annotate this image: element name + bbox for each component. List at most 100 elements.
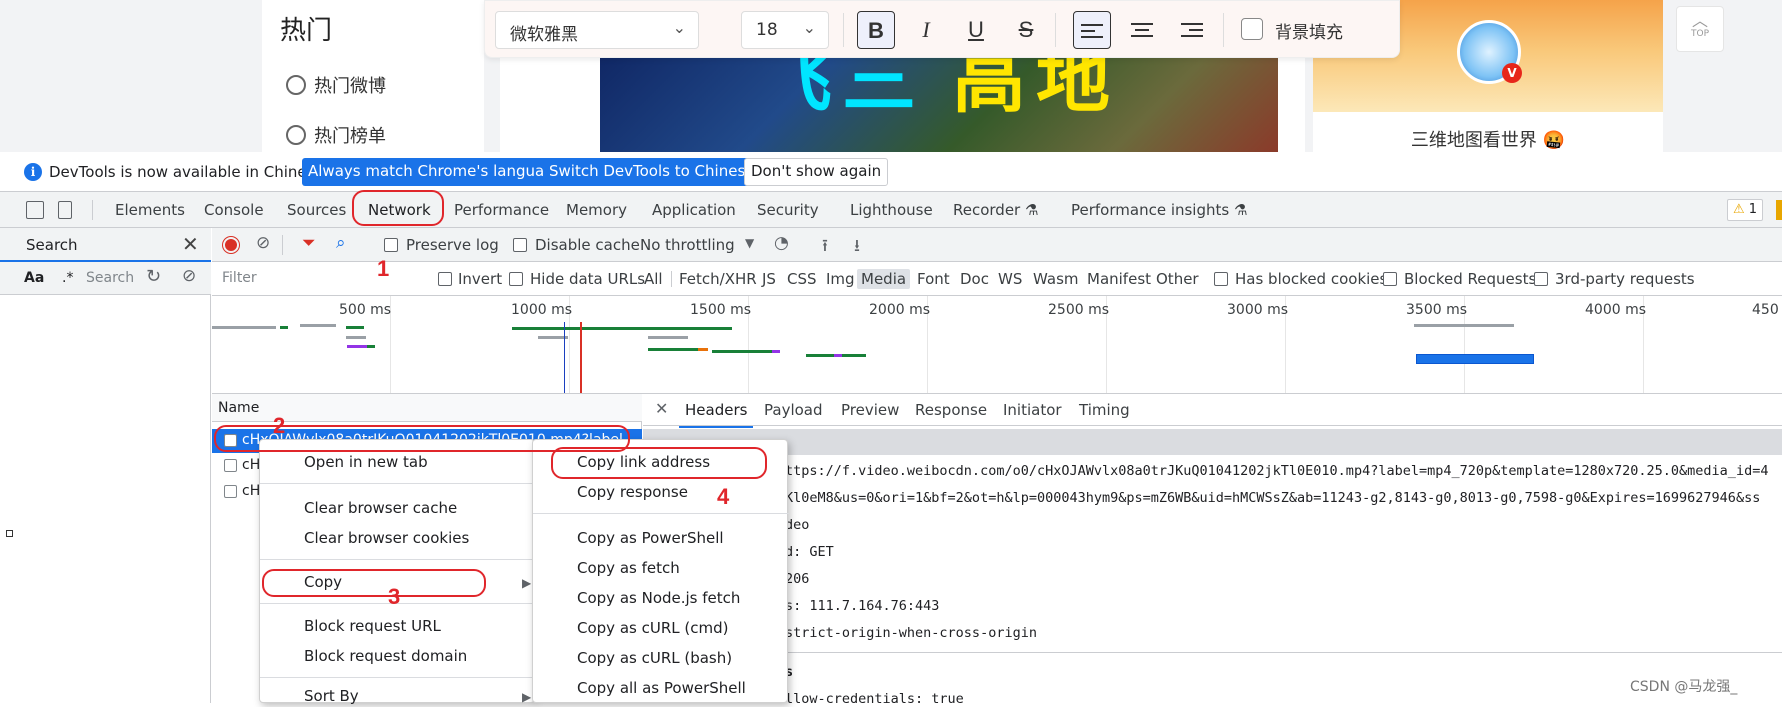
export-har-icon[interactable]: ⭳ bbox=[854, 233, 860, 262]
tab-initiator[interactable]: Initiator bbox=[1003, 401, 1062, 419]
invert-checkbox[interactable] bbox=[438, 272, 452, 286]
type-filter-doc[interactable]: Doc bbox=[960, 270, 989, 288]
font-family-select[interactable]: 微软雅黑 ⌄ bbox=[495, 11, 699, 49]
tab-response[interactable]: Response bbox=[915, 401, 987, 419]
clear-icon[interactable]: ⊘ bbox=[256, 233, 270, 253]
italic-button[interactable]: I bbox=[907, 11, 945, 49]
menu-item-clear-cache[interactable]: Clear browser cache bbox=[304, 499, 457, 517]
type-filter-other[interactable]: Other bbox=[1156, 270, 1199, 288]
divider bbox=[260, 483, 536, 484]
blocked-requests-checkbox[interactable] bbox=[1383, 272, 1397, 286]
tab-application[interactable]: Application bbox=[652, 201, 736, 219]
import-har-icon[interactable]: ⭱ bbox=[822, 233, 828, 262]
switch-to-chinese-button[interactable]: Switch DevTools to Chinese bbox=[543, 158, 761, 186]
tab-memory[interactable]: Memory bbox=[566, 201, 627, 219]
annotation-number-2: 2 bbox=[273, 413, 286, 438]
font-size-select[interactable]: 18 ⌄ bbox=[741, 11, 829, 49]
type-filter-fetch-xhr[interactable]: Fetch/XHR bbox=[679, 270, 757, 288]
match-case-button[interactable]: Aa bbox=[24, 270, 44, 286]
type-filter-font[interactable]: Font bbox=[917, 270, 950, 288]
divider bbox=[843, 13, 844, 47]
disable-cache-checkbox[interactable] bbox=[513, 238, 527, 252]
menu-item-copy-fetch[interactable]: Copy as fetch bbox=[577, 559, 680, 577]
refresh-icon[interactable]: ↻ bbox=[146, 266, 161, 287]
type-filter-manifest[interactable]: Manifest bbox=[1087, 270, 1151, 288]
filter-icon[interactable]: ⏷ bbox=[302, 233, 316, 253]
throttling-select[interactable]: No throttling bbox=[640, 236, 735, 254]
tab-timing[interactable]: Timing bbox=[1079, 401, 1130, 419]
regex-button[interactable]: .* bbox=[62, 270, 73, 286]
clock-icon bbox=[286, 125, 306, 145]
align-left-button[interactable] bbox=[1073, 11, 1111, 49]
tab-lighthouse[interactable]: Lighthouse bbox=[850, 201, 933, 219]
record-button[interactable] bbox=[223, 237, 239, 253]
menu-item-copy-all-powershell[interactable]: Copy all as PowerShell bbox=[577, 679, 746, 697]
divider bbox=[260, 559, 536, 560]
filter-input[interactable]: Filter bbox=[216, 267, 422, 291]
general-section-header[interactable] bbox=[643, 429, 1782, 455]
network-overview-timeline[interactable]: 500 ms 1000 ms 1500 ms 2000 ms 2500 ms 3… bbox=[212, 296, 1782, 394]
align-center-button[interactable] bbox=[1123, 11, 1161, 49]
disable-cache-label: Disable cache bbox=[535, 236, 640, 254]
dont-show-again-button[interactable]: Don't show again bbox=[744, 158, 889, 186]
bold-button[interactable]: B bbox=[857, 11, 895, 49]
tab-security[interactable]: Security bbox=[757, 201, 819, 219]
timeline-bar bbox=[698, 348, 708, 351]
timeline-bar bbox=[346, 326, 364, 329]
tab-headers[interactable]: Headers bbox=[678, 401, 754, 428]
always-match-language-button[interactable]: Always match Chrome's language bbox=[302, 158, 569, 186]
timeline-bar bbox=[212, 326, 276, 329]
type-filter-js[interactable]: JS bbox=[762, 270, 776, 288]
back-to-top-button[interactable]: ︿ TOP bbox=[1676, 6, 1724, 52]
menu-item-copy-powershell[interactable]: Copy as PowerShell bbox=[577, 529, 724, 547]
request-type-line: deo bbox=[785, 517, 810, 533]
timeline-bar bbox=[1414, 324, 1514, 327]
menu-item-copy-curl-bash[interactable]: Copy as cURL (bash) bbox=[577, 649, 732, 667]
search-icon[interactable]: ⌕ bbox=[336, 233, 346, 253]
tab-sources[interactable]: Sources bbox=[287, 201, 346, 219]
menu-item-block-url[interactable]: Block request URL bbox=[304, 617, 441, 635]
menu-item-block-domain[interactable]: Block request domain bbox=[304, 647, 467, 665]
hot-list-link[interactable]: 热门榜单 bbox=[286, 122, 386, 148]
type-filter-wasm[interactable]: Wasm bbox=[1033, 270, 1079, 288]
issues-indicator bbox=[1776, 200, 1782, 220]
close-icon[interactable]: ✕ bbox=[655, 399, 668, 418]
tab-performance-insights[interactable]: Performance insights ⚗ bbox=[1071, 201, 1247, 219]
menu-item-copy-curl-cmd[interactable]: Copy as cURL (cmd) bbox=[577, 619, 728, 637]
strikethrough-button[interactable]: S bbox=[1007, 11, 1045, 49]
inspect-element-icon[interactable] bbox=[26, 201, 44, 219]
menu-item-clear-cookies[interactable]: Clear browser cookies bbox=[304, 529, 469, 547]
tab-preview[interactable]: Preview bbox=[841, 401, 899, 419]
tab-elements[interactable]: Elements bbox=[115, 201, 185, 219]
hot-weibo-link[interactable]: 热门微博 bbox=[286, 72, 386, 98]
preserve-log-checkbox[interactable] bbox=[384, 238, 398, 252]
underline-button[interactable]: U bbox=[957, 11, 995, 49]
tab-payload[interactable]: Payload bbox=[764, 401, 823, 419]
type-filter-all[interactable]: All bbox=[644, 270, 663, 288]
type-filter-img[interactable]: Img bbox=[826, 270, 855, 288]
clear-icon[interactable]: ⊘ bbox=[182, 266, 196, 286]
divider bbox=[282, 235, 283, 255]
type-filter-media[interactable]: Media bbox=[857, 269, 911, 289]
third-party-checkbox[interactable] bbox=[1534, 272, 1548, 286]
menu-item-sort-by[interactable]: Sort By bbox=[304, 687, 359, 705]
align-right-button[interactable] bbox=[1173, 11, 1211, 49]
timeline-bar bbox=[300, 324, 336, 327]
device-toolbar-icon[interactable] bbox=[58, 201, 72, 219]
tab-performance[interactable]: Performance bbox=[454, 201, 549, 219]
type-filter-ws[interactable]: WS bbox=[998, 270, 1022, 288]
hide-data-urls-checkbox[interactable] bbox=[509, 272, 523, 286]
bg-fill-checkbox[interactable] bbox=[1241, 18, 1263, 40]
warnings-badge[interactable]: ⚠ 1 bbox=[1727, 199, 1764, 221]
network-conditions-icon[interactable]: ◔ bbox=[774, 233, 789, 253]
search-input[interactable]: Search bbox=[86, 270, 134, 286]
tab-recorder[interactable]: Recorder ⚗ bbox=[953, 201, 1038, 219]
menu-item-copy-response[interactable]: Copy response bbox=[577, 483, 688, 501]
close-icon[interactable]: ✕ bbox=[182, 232, 199, 256]
has-blocked-cookies-checkbox[interactable] bbox=[1214, 272, 1228, 286]
type-filter-css[interactable]: CSS bbox=[787, 270, 817, 288]
devtools-tabs: Elements Console Sources Network Perform… bbox=[0, 192, 1782, 228]
menu-item-open-new-tab[interactable]: Open in new tab bbox=[304, 453, 428, 471]
tab-console[interactable]: Console bbox=[204, 201, 264, 219]
menu-item-copy-nodejs-fetch[interactable]: Copy as Node.js fetch bbox=[577, 589, 740, 607]
